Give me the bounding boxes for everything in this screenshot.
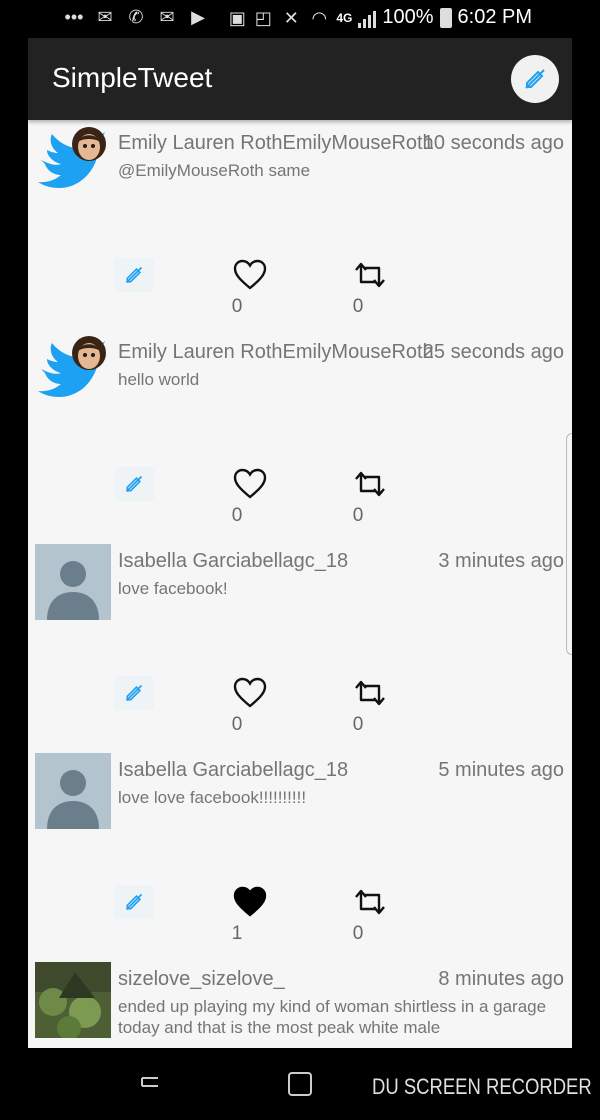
screen-recorder-watermark: DU SCREEN RECORDER (372, 1074, 592, 1099)
tweet-item[interactable]: sizelove_sizelove_ 8 minutes ago ended u… (28, 956, 572, 1048)
battery-icon (439, 7, 452, 28)
retweet-button[interactable] (350, 676, 390, 710)
network-type: 4G (336, 10, 353, 25)
tweet-timeline[interactable]: Emily Lauren RothEmilyMouseRoth 10 secon… (28, 120, 572, 1048)
tweet-body: hello world (118, 370, 200, 389)
tweet-body: ended up playing my kind of woman shirtl… (118, 997, 547, 1037)
like-button[interactable] (230, 258, 270, 292)
retweet-button[interactable] (350, 885, 390, 919)
tweet-username[interactable]: Emily Lauren RothEmilyMouseRoth (118, 341, 434, 364)
reply-icon (125, 893, 143, 911)
home-button[interactable] (288, 1072, 312, 1096)
reply-button[interactable] (114, 676, 154, 710)
lock-icon: ▣ (228, 7, 246, 28)
photo-avatar[interactable] (35, 962, 111, 1038)
like-count: 0 (231, 714, 243, 735)
reply-icon (125, 266, 143, 284)
recent-apps-icon (141, 1077, 158, 1087)
app-title: SimpleTweet (52, 62, 213, 93)
mail-icon-2: ✉ (159, 7, 175, 27)
tweet-username[interactable]: Isabella Garciabellagc_18 (118, 550, 348, 573)
retweet-icon (355, 262, 385, 288)
tweet-item[interactable]: Isabella Garciabellagc_18 3 minutes ago … (28, 538, 572, 747)
toolbar: SimpleTweet (28, 38, 572, 120)
tweet-timestamp: 10 seconds ago (422, 132, 564, 154)
status-bar: ••• ✉ ✆ ✉ ▶ ▣ ◰ ✕ ◠ 4G 100% 6:02 PM (0, 0, 600, 38)
more-notifications-icon: ••• (64, 7, 84, 27)
like-button[interactable] (230, 676, 270, 710)
like-count: 0 (231, 505, 243, 526)
compose-button[interactable] (511, 55, 559, 103)
cast-icon: ◰ (254, 7, 272, 28)
tweet-item[interactable]: Isabella Garciabellagc_18 5 minutes ago … (28, 747, 572, 956)
tweet-body: love facebook! (118, 579, 228, 598)
tweet-username[interactable]: Emily Lauren RothEmilyMouseRoth (118, 132, 434, 155)
tweet-timestamp: 8 minutes ago (438, 968, 564, 990)
app-window: SimpleTweet Emily Lauren RothEmilyMouseR… (28, 38, 572, 1048)
reply-icon (125, 475, 143, 493)
reply-button[interactable] (114, 467, 154, 501)
retweet-count: 0 (352, 714, 364, 735)
wifi-icon: ◠ (311, 7, 328, 28)
clock: 6:02 PM (457, 6, 532, 28)
retweet-icon (355, 680, 385, 706)
tweet-item[interactable]: Emily Lauren RothEmilyMouseRoth 25 secon… (28, 329, 572, 538)
missed-call-icon: ✆ (128, 7, 144, 27)
like-button[interactable] (230, 885, 270, 919)
compose-icon (525, 69, 545, 89)
tweet-item[interactable]: Emily Lauren RothEmilyMouseRoth 10 secon… (28, 120, 572, 329)
heart-outline-icon (233, 677, 267, 708)
default-avatar[interactable] (35, 753, 111, 829)
retweet-icon (355, 471, 385, 497)
like-count: 1 (231, 923, 243, 944)
like-count: 0 (231, 296, 243, 317)
tweet-body: @EmilyMouseRoth same (118, 161, 311, 180)
tweet-body: love love facebook!!!!!!!!!! (118, 788, 307, 807)
tweet-timestamp: 5 minutes ago (438, 759, 564, 781)
retweet-button[interactable] (350, 258, 390, 292)
twitter-bird-avatar[interactable] (35, 335, 111, 411)
tweet-username[interactable]: Isabella Garciabellagc_18 (118, 759, 348, 782)
mute-icon: ✕ (283, 7, 299, 28)
heart-outline-icon (233, 468, 267, 499)
reply-button[interactable] (114, 258, 154, 292)
signal-icon (358, 8, 377, 28)
recent-apps-button[interactable] (138, 1070, 162, 1099)
reply-button[interactable] (114, 885, 154, 919)
navigation-bar: DU SCREEN RECORDER (0, 1048, 600, 1120)
like-button[interactable] (230, 467, 270, 501)
tweet-username[interactable]: sizelove_sizelove_ (118, 968, 285, 991)
twitter-bird-avatar[interactable] (35, 126, 111, 202)
notification-icons: ••• ✉ ✆ ✉ ▶ (62, 7, 210, 27)
tweet-timestamp: 25 seconds ago (422, 341, 564, 363)
reply-icon (125, 684, 143, 702)
retweet-count: 0 (352, 923, 364, 944)
default-avatar[interactable] (35, 544, 111, 620)
video-icon: ▶ (191, 7, 205, 27)
battery-percent: 100% (382, 6, 434, 28)
retweet-button[interactable] (350, 467, 390, 501)
heart-filled-icon (233, 886, 267, 917)
tweet-timestamp: 3 minutes ago (438, 550, 564, 572)
system-status: ▣ ◰ ✕ ◠ 4G 100% 6:02 PM (228, 6, 532, 29)
retweet-icon (355, 889, 385, 915)
retweet-count: 0 (352, 296, 364, 317)
heart-outline-icon (233, 259, 267, 290)
mail-icon: ✉ (97, 7, 113, 27)
retweet-count: 0 (352, 505, 364, 526)
